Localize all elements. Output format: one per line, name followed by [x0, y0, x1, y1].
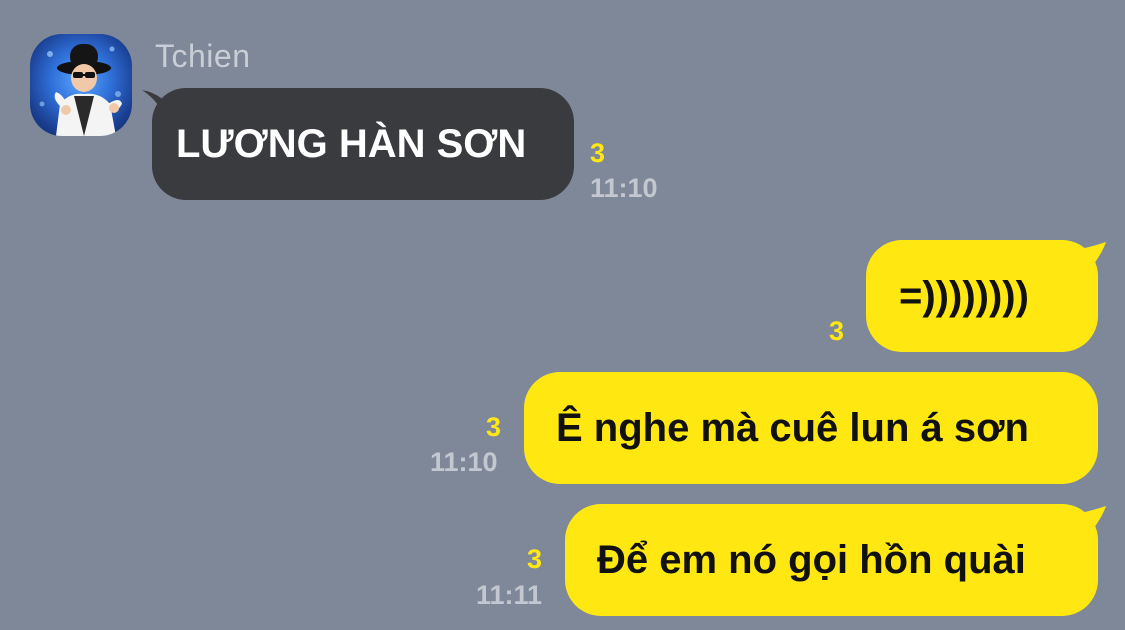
incoming-unread-count: 3 [590, 138, 606, 168]
outgoing-unread-count-2: 3 [486, 412, 502, 442]
outgoing-timestamp-3: 11:11 [476, 580, 543, 610]
incoming-message-bubble[interactable]: LƯƠNG HÀN SƠN [152, 88, 574, 200]
outgoing-unread-count-1: 3 [829, 316, 845, 346]
avatar-photo-icon [39, 44, 122, 136]
outgoing-message-text-1: =)))))))) [899, 274, 1029, 318]
outgoing-message-bubble-1[interactable]: =)))))))) [866, 240, 1098, 352]
sender-avatar[interactable] [30, 34, 132, 136]
outgoing-message-text-3: Để em nó gọi hồn quài [597, 538, 1026, 582]
incoming-message-text: LƯƠNG HÀN SƠN [176, 122, 527, 166]
outgoing-message-text-2: Ê nghe mà cuê lun á sơn [556, 406, 1029, 450]
chat-view: Tchien LƯƠNG HÀN SƠN 3 11:10 =)))))))) 3… [0, 0, 1125, 630]
outgoing-timestamp-2: 11:10 [430, 447, 498, 477]
outgoing-unread-count-3: 3 [527, 544, 543, 574]
incoming-timestamp: 11:10 [590, 173, 658, 203]
outgoing-message-bubble-2[interactable]: Ê nghe mà cuê lun á sơn [524, 372, 1098, 484]
sender-name: Tchien [155, 38, 251, 74]
outgoing-message-bubble-3[interactable]: Để em nó gọi hồn quài [565, 504, 1098, 616]
